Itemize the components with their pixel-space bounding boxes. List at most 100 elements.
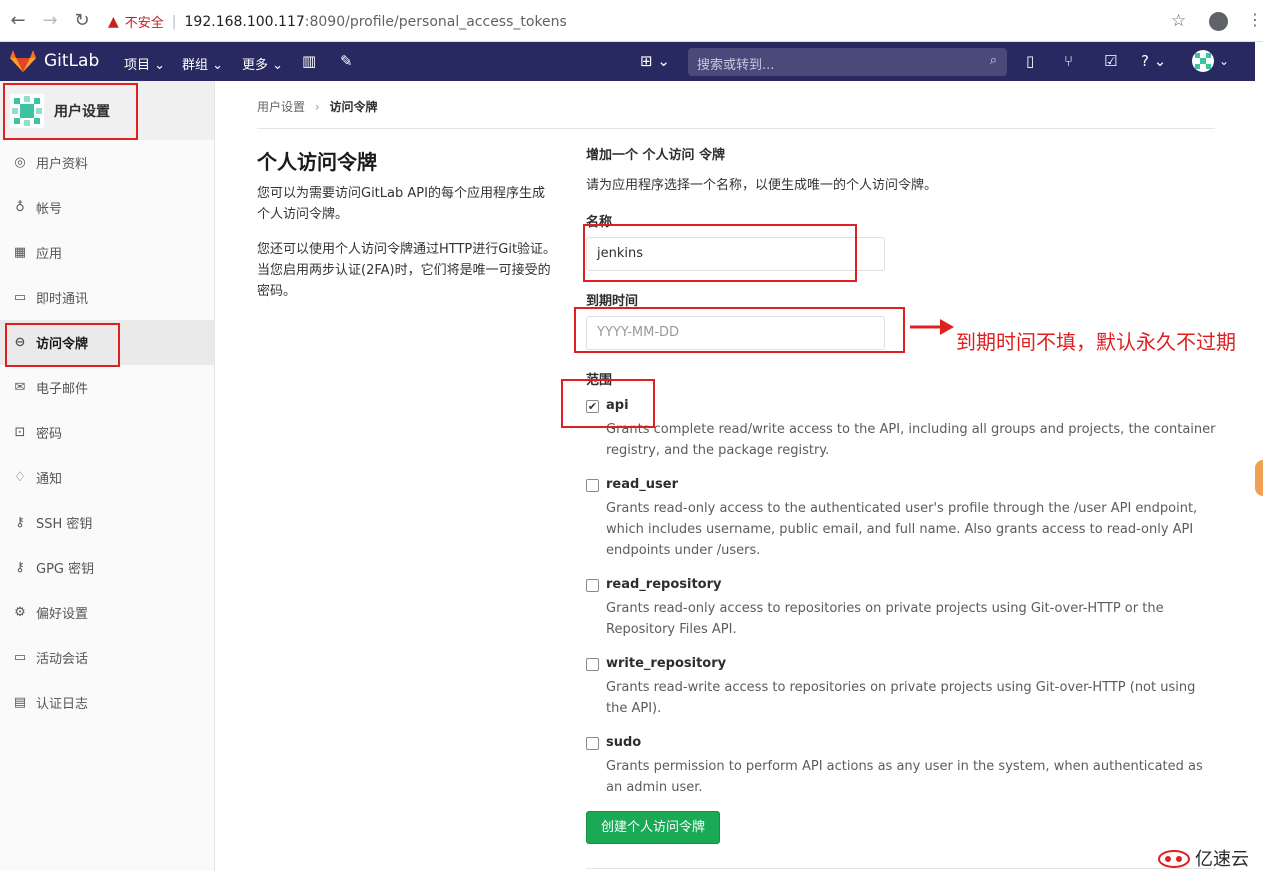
sidebar-item[interactable]: ⚷ SSH 密钥 [0, 500, 214, 545]
divider [257, 128, 1215, 129]
lock-icon: ⊡ [14, 425, 26, 440]
sidebar-item[interactable]: ⚙ 偏好设置 [0, 590, 214, 635]
breadcrumb-separator-icon: › [314, 100, 320, 114]
merge-requests-icon[interactable]: ⑂ [1064, 52, 1073, 70]
watermark: 亿速云 [1157, 845, 1249, 871]
profile-icon: ◎ [14, 155, 26, 170]
url-host: 192.168.100.117 [184, 13, 305, 30]
menu-projects[interactable]: 项目 ⌄ [124, 54, 165, 73]
sidebar-item[interactable]: ▭ 即时通讯 [0, 275, 214, 320]
scope-option: sudo Grants permission to perform API act… [586, 735, 1216, 798]
scope-option: read_repository Grants read-only access t… [586, 577, 1216, 640]
divider: | [171, 13, 177, 30]
intro-paragraph-1: 您可以为需要访问GitLab API的每个应用程序生成个人访问令牌。 [257, 186, 545, 222]
sidebar-item[interactable]: ♁ 帐号 [0, 185, 214, 230]
sidebar-item[interactable]: ⊡ 密码 [0, 410, 214, 455]
scope-checkbox[interactable] [586, 658, 599, 671]
scope-description: Grants read-only access to the authentic… [606, 501, 1198, 558]
menu-groups[interactable]: 群组 ⌄ [182, 54, 223, 73]
security-label: 不安全 [124, 16, 164, 31]
breadcrumb-current: 访问令牌 [329, 100, 378, 114]
watermark-logo-icon [1158, 850, 1190, 868]
scope-option: read_user Grants read-only access to the … [586, 477, 1216, 561]
create-token-button[interactable]: 创建个人访问令牌 [586, 811, 720, 844]
address-bar[interactable]: ▲ 不安全 | 192.168.100.117:8090/profile/per… [108, 7, 1198, 36]
sidebar-item[interactable]: ♢ 通知 [0, 455, 214, 500]
bell-icon: ♢ [14, 470, 26, 485]
scope-description: Grants read-only access to repositories … [606, 601, 1164, 637]
forward-icon[interactable]: → [34, 10, 66, 31]
highlight-box-user-settings [3, 83, 138, 140]
highlight-box-name [583, 224, 857, 282]
scope-description: Grants read-write access to repositories… [606, 680, 1196, 716]
sidebar-item[interactable]: ▤ 认证日志 [0, 680, 214, 725]
highlight-box-api [561, 379, 655, 428]
page-title: 个人访问令牌 [257, 150, 377, 174]
scope-name[interactable]: read_user [606, 477, 1216, 492]
preferences-icon: ⚙ [14, 605, 26, 620]
scope-name[interactable]: write_repository [606, 656, 1216, 671]
sidebar-item[interactable]: ▭ 活动会话 [0, 635, 214, 680]
chevron-down-icon[interactable]: ⌄ [1219, 54, 1229, 68]
token-form-header: 增加一个 个人访问 令牌 请为应用程序选择一个名称，以便生成唯一的个人访问令牌。 [586, 144, 1216, 193]
search-icon: ⌕ [989, 53, 997, 68]
sidebar-item-label: SSH 密钥 [36, 517, 93, 532]
new-item-icon[interactable]: ⊞ ⌄ [640, 52, 670, 70]
sidebar-item[interactable]: ◎ 用户资料 [0, 140, 214, 185]
user-avatar[interactable] [1192, 50, 1214, 72]
scope-name[interactable]: read_repository [606, 577, 1216, 592]
highlight-box-expires [574, 307, 905, 353]
sidebar-item-label: 通知 [36, 472, 63, 487]
monitor-icon: ▭ [13, 650, 27, 665]
email-icon: ✉ [14, 380, 26, 395]
bookmark-star-icon[interactable]: ☆ [1171, 11, 1186, 31]
sidebar-item[interactable]: ✉ 电子邮件 [0, 365, 214, 410]
sidebar-item-label: 用户资料 [36, 157, 89, 172]
scope-description: Grants complete read/write access to the… [606, 422, 1216, 458]
highlight-box-access-tokens [5, 323, 120, 367]
settings-sidebar: 用户设置 ◎ 用户资料 ♁ 帐号 ▦ 应用 ▭ 即时通讯 ⊖ 访问令牌 ✉ 电子邮件 ⊡ 密码 ♢ 通知 ⚷ SS… [0, 81, 215, 871]
reload-icon[interactable]: ↻ [66, 10, 98, 31]
intro-section: 个人访问令牌 您可以为需要访问GitLab API的每个应用程序生成个人访问令牌… [257, 146, 557, 316]
url-path: :8090/profile/personal_access_tokens [304, 13, 567, 30]
scope-name[interactable]: api [606, 398, 1216, 413]
account-icon: ♁ [15, 200, 25, 215]
applications-icon: ▦ [13, 245, 27, 260]
back-icon[interactable]: ← [2, 10, 34, 31]
scope-checkbox[interactable] [586, 579, 599, 592]
sidebar-item-label: 活动会话 [36, 652, 89, 667]
side-widget[interactable] [1255, 460, 1263, 496]
chat-icon: ▭ [13, 290, 27, 305]
activity-chart-icon[interactable]: ▥ [302, 52, 316, 70]
help-icon[interactable]: ? ⌄ [1141, 52, 1166, 70]
divider [586, 868, 1216, 869]
sidebar-item-label: GPG 密钥 [36, 562, 95, 577]
sidebar-item[interactable]: ⚷ GPG 密钥 [0, 545, 214, 590]
wrench-icon[interactable]: ✎ [340, 52, 353, 70]
annotation-arrow-icon [910, 319, 954, 335]
top-navbar: GitLab 项目 ⌄ 群组 ⌄ 更多 ⌄ ▥ ✎ ⊞ ⌄ 搜索或转到... ⌕… [0, 42, 1255, 81]
issues-icon[interactable]: ▯ [1026, 52, 1034, 70]
more-menu-icon[interactable]: ⋮ [1247, 10, 1263, 29]
scope-checkbox[interactable] [586, 479, 599, 492]
sidebar-item-label: 应用 [36, 247, 63, 262]
annotation-text: 到期时间不填，默认永久不过期 [956, 330, 1236, 354]
account-icon[interactable] [1209, 12, 1228, 31]
gitlab-logo-icon[interactable] [10, 50, 36, 72]
scope-checkbox[interactable] [586, 737, 599, 750]
menu-more[interactable]: 更多 ⌄ [242, 54, 283, 73]
sidebar-item-label: 密码 [36, 427, 63, 442]
form-description: 请为应用程序选择一个名称，以便生成唯一的个人访问令牌。 [586, 178, 938, 193]
log-icon: ▤ [13, 695, 27, 710]
intro-paragraph-2: 您还可以使用个人访问令牌通过HTTP进行Git验证。 当您启用两步认证(2FA)… [257, 242, 557, 299]
breadcrumb-parent[interactable]: 用户设置 [257, 100, 305, 114]
scope-option: write_repository Grants read-write access… [586, 656, 1216, 719]
search-input[interactable]: 搜索或转到... ⌕ [688, 48, 1007, 76]
brand-name[interactable]: GitLab [44, 51, 99, 71]
todos-icon[interactable]: ☑ [1104, 52, 1117, 70]
warning-icon: ▲ [108, 13, 119, 30]
scope-name[interactable]: sudo [606, 735, 1216, 750]
sidebar-item[interactable]: ▦ 应用 [0, 230, 214, 275]
key-icon: ⚷ [15, 560, 25, 575]
sidebar-item-label: 认证日志 [36, 697, 89, 712]
